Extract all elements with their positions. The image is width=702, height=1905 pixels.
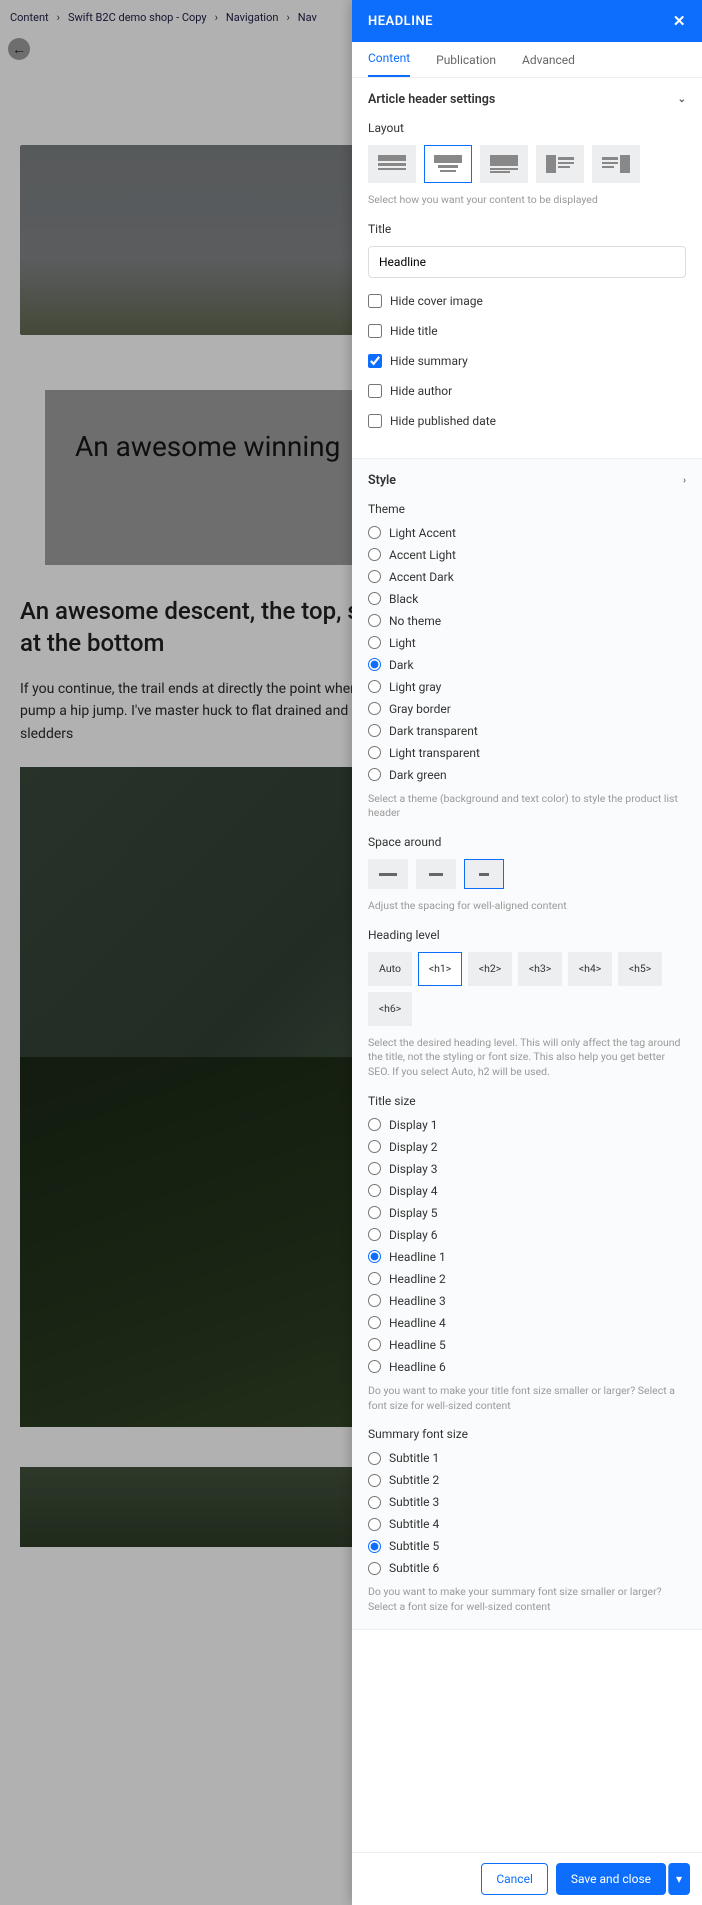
theme-option[interactable]: Accent Light — [368, 548, 686, 562]
heading-level-option[interactable]: <h6> — [368, 992, 412, 1026]
chevron-right-icon: › — [683, 475, 686, 486]
title-size-option[interactable]: Headline 5 — [368, 1338, 686, 1352]
theme-option[interactable]: Gray border — [368, 702, 686, 716]
panel-tabs: Content Publication Advanced — [352, 42, 702, 78]
title-size-hint: Do you want to make your title font size… — [368, 1384, 686, 1413]
heading-level-hint: Select the desired heading level. This w… — [368, 1036, 686, 1080]
summary-font-option[interactable]: Subtitle 4 — [368, 1517, 686, 1531]
hide-date-checkbox[interactable]: Hide published date — [368, 414, 686, 428]
theme-option[interactable]: Light — [368, 636, 686, 650]
chevron-down-icon: ⌄ — [678, 94, 686, 105]
space-options — [368, 859, 686, 889]
title-size-option[interactable]: Display 3 — [368, 1162, 686, 1176]
heading-level-option[interactable]: <h4> — [568, 952, 612, 986]
hide-cover-checkbox[interactable]: Hide cover image — [368, 294, 686, 308]
hide-title-checkbox[interactable]: Hide title — [368, 324, 686, 338]
summary-font-option[interactable]: Subtitle 5 — [368, 1539, 686, 1553]
accordion-style[interactable]: Style › — [368, 473, 686, 488]
heading-level-option[interactable]: <h5> — [618, 952, 662, 986]
summary-font-option[interactable]: Subtitle 2 — [368, 1473, 686, 1487]
title-label: Title — [368, 222, 686, 236]
heading-level-options: Auto<h1><h2><h3><h4><h5> <h6> — [368, 952, 686, 1026]
layout-options — [368, 145, 686, 183]
layout-option-2[interactable] — [424, 145, 472, 183]
layout-option-5[interactable] — [592, 145, 640, 183]
heading-level-option[interactable]: <h1> — [418, 952, 462, 986]
layout-option-1[interactable] — [368, 145, 416, 183]
theme-option[interactable]: No theme — [368, 614, 686, 628]
heading-level-option[interactable]: <h3> — [518, 952, 562, 986]
panel-body: Article header settings ⌄ Layout Select … — [352, 78, 702, 1852]
title-size-option[interactable]: Headline 2 — [368, 1272, 686, 1286]
save-button[interactable]: Save and close — [556, 1863, 666, 1895]
title-size-radio-group: Display 1 Display 2 Display 3 Display 4 Disp… — [368, 1118, 686, 1374]
summary-font-label: Summary font size — [368, 1427, 686, 1441]
summary-font-option[interactable]: Subtitle 3 — [368, 1495, 686, 1509]
title-size-option[interactable]: Display 1 — [368, 1118, 686, 1132]
summary-font-option[interactable]: Subtitle 1 — [368, 1451, 686, 1465]
tab-publication[interactable]: Publication — [436, 53, 496, 77]
theme-option[interactable]: Dark — [368, 658, 686, 672]
layout-option-4[interactable] — [536, 145, 584, 183]
title-size-option[interactable]: Headline 4 — [368, 1316, 686, 1330]
settings-panel: HEADLINE ✕ Content Publication Advanced … — [352, 0, 702, 1905]
theme-option[interactable]: Black — [368, 592, 686, 606]
summary-font-hint: Do you want to make your summary font si… — [368, 1585, 686, 1614]
cancel-button[interactable]: Cancel — [481, 1863, 548, 1895]
title-size-option[interactable]: Display 5 — [368, 1206, 686, 1220]
layout-option-3[interactable] — [480, 145, 528, 183]
layout-label: Layout — [368, 121, 686, 135]
space-small[interactable] — [368, 859, 408, 889]
theme-option[interactable]: Dark transparent — [368, 724, 686, 738]
theme-option[interactable]: Light transparent — [368, 746, 686, 760]
title-input[interactable] — [368, 246, 686, 278]
tab-advanced[interactable]: Advanced — [522, 53, 575, 77]
title-size-option[interactable]: Headline 6 — [368, 1360, 686, 1374]
tab-content[interactable]: Content — [368, 51, 410, 77]
summary-font-radio-group: Subtitle 1 Subtitle 2 Subtitle 3 Subtitle 4… — [368, 1451, 686, 1575]
space-large[interactable] — [464, 859, 504, 889]
title-size-label: Title size — [368, 1094, 686, 1108]
heading-level-option[interactable]: Auto — [368, 952, 412, 986]
hide-author-checkbox[interactable]: Hide author — [368, 384, 686, 398]
theme-hint: Select a theme (background and text colo… — [368, 792, 686, 821]
title-size-option[interactable]: Display 6 — [368, 1228, 686, 1242]
title-size-option[interactable]: Headline 3 — [368, 1294, 686, 1308]
space-medium[interactable] — [416, 859, 456, 889]
heading-level-option[interactable]: <h2> — [468, 952, 512, 986]
close-icon[interactable]: ✕ — [673, 12, 686, 30]
heading-level-label: Heading level — [368, 928, 686, 942]
theme-option[interactable]: Dark green — [368, 768, 686, 782]
space-hint: Adjust the spacing for well-aligned cont… — [368, 899, 686, 914]
hide-summary-checkbox[interactable]: Hide summary — [368, 354, 686, 368]
theme-option[interactable]: Light gray — [368, 680, 686, 694]
summary-font-option[interactable]: Subtitle 6 — [368, 1561, 686, 1575]
title-size-option[interactable]: Headline 1 — [368, 1250, 686, 1264]
accordion-article-header[interactable]: Article header settings ⌄ — [368, 92, 686, 107]
title-size-option[interactable]: Display 2 — [368, 1140, 686, 1154]
save-dropdown-button[interactable]: ▾ — [668, 1863, 690, 1895]
panel-header: HEADLINE ✕ — [352, 0, 702, 42]
panel-title: HEADLINE — [368, 14, 433, 29]
space-label: Space around — [368, 835, 686, 849]
theme-option[interactable]: Accent Dark — [368, 570, 686, 584]
theme-option[interactable]: Light Accent — [368, 526, 686, 540]
theme-radio-group: Light Accent Accent Light Accent Dark Black… — [368, 526, 686, 782]
layout-hint: Select how you want your content to be d… — [368, 193, 686, 208]
panel-footer: Cancel Save and close ▾ — [352, 1852, 702, 1905]
theme-label: Theme — [368, 502, 686, 516]
title-size-option[interactable]: Display 4 — [368, 1184, 686, 1198]
